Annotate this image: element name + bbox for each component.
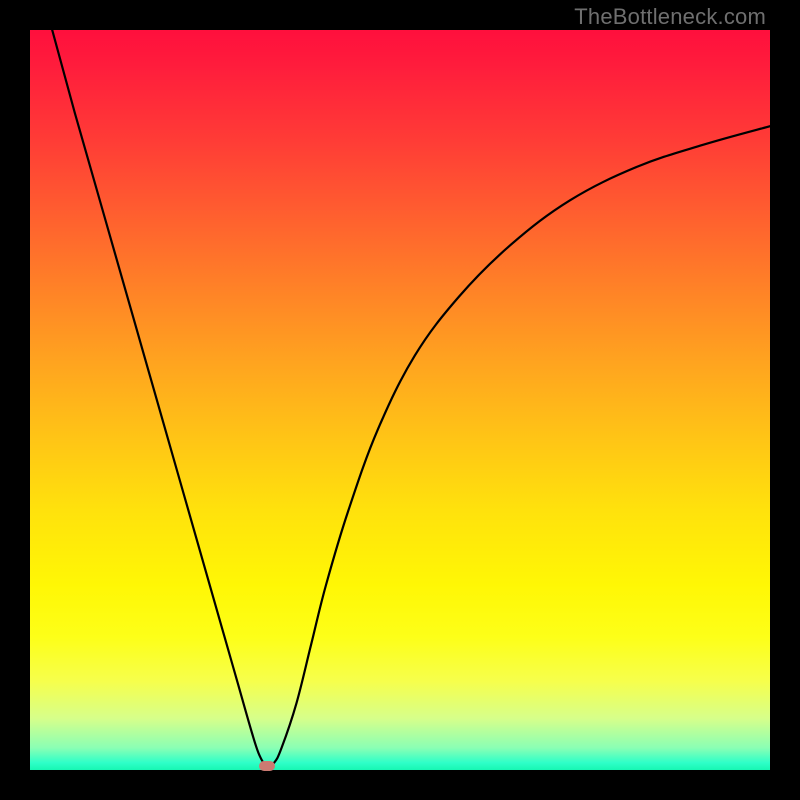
plot-area — [30, 30, 770, 770]
watermark-text: TheBottleneck.com — [574, 4, 766, 30]
chart-frame: TheBottleneck.com — [0, 0, 800, 800]
bottleneck-curve — [30, 30, 770, 770]
curve-minimum-marker — [259, 761, 275, 771]
